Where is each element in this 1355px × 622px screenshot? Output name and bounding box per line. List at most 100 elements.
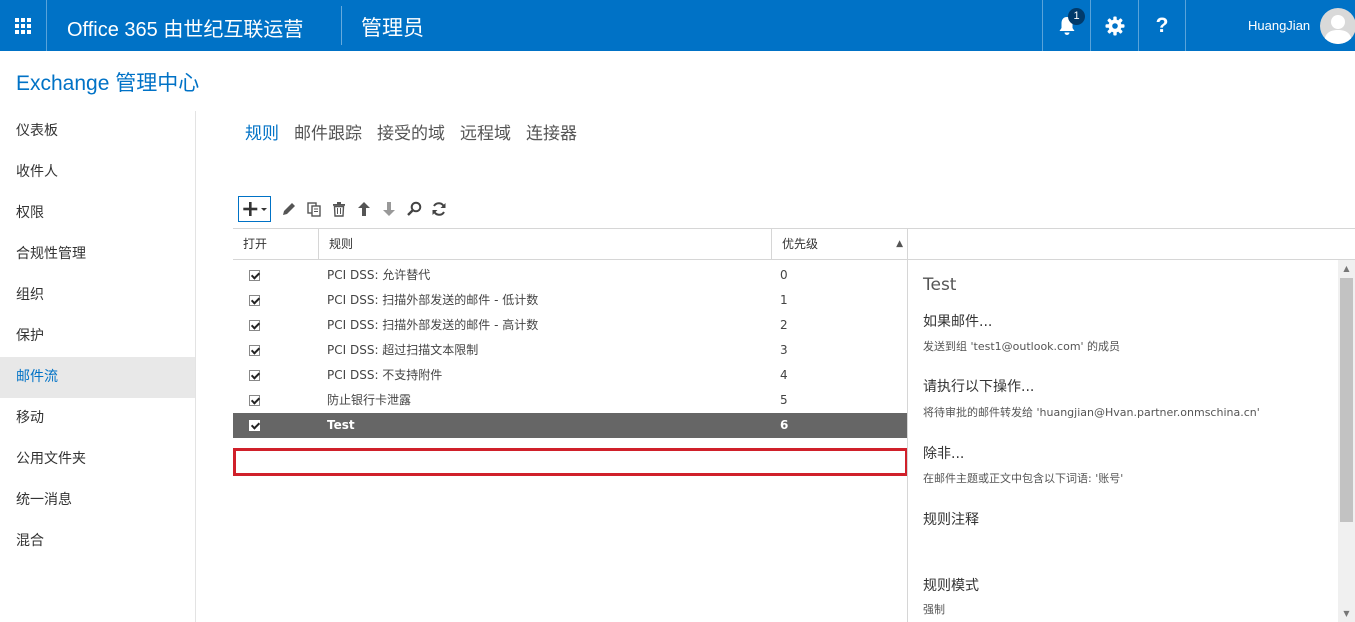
rule-priority: 5 <box>780 393 788 407</box>
left-navigation: 仪表板 收件人 权限 合规性管理 组织 保护 邮件流 移动 公用文件夹 统一消息… <box>0 111 196 622</box>
rule-name: Test <box>327 418 355 432</box>
tab-rules[interactable]: 规则 <box>245 119 279 144</box>
scroll-down-icon[interactable]: ▼ <box>1338 607 1355 621</box>
nav-item-public-folders[interactable]: 公用文件夹 <box>0 439 195 480</box>
details-title: Test <box>923 275 957 295</box>
plus-icon <box>242 202 267 216</box>
rule-details-pane: Test 如果邮件... 发送到组 'test1@outlook.com' 的成… <box>907 260 1355 622</box>
rule-name: PCI DSS: 超过扫描文本限制 <box>327 343 479 357</box>
condition-heading: 如果邮件... <box>923 314 993 330</box>
rules-toolbar <box>238 196 452 222</box>
notifications-button[interactable]: 1 <box>1042 0 1090 51</box>
settings-button[interactable] <box>1090 0 1138 51</box>
rule-name: PCI DSS: 扫描外部发送的邮件 - 高计数 <box>327 318 539 332</box>
rule-name: PCI DSS: 扫描外部发送的邮件 - 低计数 <box>327 293 539 307</box>
scrollbar-thumb[interactable] <box>1340 278 1353 522</box>
action-text: 将待审批的邮件转发给 'huangjian@Hvan.partner.onmsc… <box>923 406 1260 419</box>
move-up-button[interactable] <box>352 197 376 221</box>
table-row[interactable]: PCI DSS: 不支持附件 4 <box>233 363 908 388</box>
app-launcher-button[interactable] <box>0 0 47 51</box>
table-row[interactable]: PCI DSS: 允许替代 0 <box>233 263 908 288</box>
enabled-checkbox[interactable] <box>249 270 260 281</box>
rule-priority: 1 <box>780 293 788 307</box>
enabled-checkbox[interactable] <box>249 345 260 356</box>
exception-text: 在邮件主题或正文中包含以下词语: '账号' <box>923 472 1124 485</box>
sort-ascending-icon: ▲ <box>896 239 903 249</box>
edit-button[interactable] <box>277 197 301 221</box>
action-heading: 请执行以下操作... <box>923 379 1035 395</box>
mode-heading: 规则模式 <box>923 578 979 594</box>
tab-message-trace[interactable]: 邮件跟踪 <box>294 119 362 144</box>
priority-header-label: 优先级 <box>782 237 819 251</box>
nav-item-dashboard[interactable]: 仪表板 <box>0 111 195 152</box>
rule-name: PCI DSS: 不支持附件 <box>327 368 443 382</box>
table-row[interactable]: 防止银行卡泄露 5 <box>233 388 908 413</box>
nav-item-permissions[interactable]: 权限 <box>0 193 195 234</box>
nav-item-compliance[interactable]: 合规性管理 <box>0 234 195 275</box>
nav-item-recipients[interactable]: 收件人 <box>0 152 195 193</box>
condition-text: 发送到组 'test1@outlook.com' 的成员 <box>923 340 1121 353</box>
page-title: Exchange 管理中心 <box>16 72 200 95</box>
rules-list: PCI DSS: 允许替代 0 PCI DSS: 扫描外部发送的邮件 - 低计数… <box>233 263 908 476</box>
table-row[interactable]: PCI DSS: 扫描外部发送的邮件 - 低计数 1 <box>233 288 908 313</box>
tab-remote-domains[interactable]: 远程域 <box>460 119 511 144</box>
pencil-icon <box>283 203 295 215</box>
brand-title[interactable]: Office 365 由世纪互联运营 <box>67 13 303 42</box>
copy-icon <box>307 202 321 217</box>
selection-highlight <box>233 448 908 476</box>
section-title[interactable]: 管理员 <box>361 12 424 42</box>
column-header-open[interactable]: 打开 <box>233 229 319 260</box>
username[interactable]: HuangJian <box>1248 18 1310 33</box>
rule-priority: 2 <box>780 318 788 332</box>
avatar[interactable] <box>1320 8 1355 44</box>
move-down-button[interactable] <box>377 197 401 221</box>
refresh-icon <box>432 202 446 216</box>
table-header: 打开 规则 优先级 ▲ <box>233 228 1355 260</box>
table-row[interactable]: PCI DSS: 扫描外部发送的邮件 - 高计数 2 <box>233 313 908 338</box>
top-bar: Office 365 由世纪互联运营 管理员 1 ? HuangJian <box>0 0 1355 51</box>
search-button[interactable] <box>402 197 426 221</box>
enabled-checkbox[interactable] <box>249 395 260 406</box>
tab-accepted-domains[interactable]: 接受的域 <box>377 119 445 144</box>
brand-divider <box>341 6 342 45</box>
column-header-rule[interactable]: 规则 <box>319 229 772 260</box>
waffle-icon <box>15 17 31 34</box>
enabled-checkbox[interactable] <box>249 420 260 431</box>
rule-name: 防止银行卡泄露 <box>327 393 412 407</box>
user-icon <box>1324 15 1352 44</box>
nav-item-protection[interactable]: 保护 <box>0 316 195 357</box>
refresh-button[interactable] <box>427 197 451 221</box>
exception-heading: 除非... <box>923 446 965 462</box>
column-header-priority[interactable]: 优先级 ▲ <box>772 229 908 260</box>
search-icon <box>407 201 422 216</box>
enabled-checkbox[interactable] <box>249 320 260 331</box>
table-row[interactable]: PCI DSS: 超过扫描文本限制 3 <box>233 338 908 363</box>
notification-count-badge: 1 <box>1068 8 1085 25</box>
nav-item-mobile[interactable]: 移动 <box>0 398 195 439</box>
rule-priority: 4 <box>780 368 788 382</box>
selected-table-row[interactable]: Test 6 <box>233 413 908 438</box>
comments-heading: 规则注释 <box>923 512 979 528</box>
enabled-checkbox[interactable] <box>249 295 260 306</box>
tab-connectors[interactable]: 连接器 <box>526 119 577 144</box>
enabled-checkbox[interactable] <box>249 370 260 381</box>
gear-icon <box>1105 16 1124 35</box>
add-rule-button[interactable] <box>238 196 271 222</box>
mail-flow-tabs: 规则 邮件跟踪 接受的域 远程域 连接器 <box>245 119 592 144</box>
delete-button[interactable] <box>327 197 351 221</box>
trash-icon <box>333 202 345 217</box>
nav-item-unified-messaging[interactable]: 统一消息 <box>0 480 195 521</box>
nav-item-mail-flow[interactable]: 邮件流 <box>0 357 195 398</box>
rule-priority: 0 <box>780 268 788 282</box>
arrow-down-icon <box>383 202 395 216</box>
mode-text: 强制 <box>923 603 945 616</box>
rule-name: PCI DSS: 允许替代 <box>327 268 431 282</box>
nav-item-organization[interactable]: 组织 <box>0 275 195 316</box>
scroll-up-icon[interactable]: ▲ <box>1338 262 1355 276</box>
details-scrollbar[interactable]: ▲ ▼ <box>1338 260 1355 622</box>
help-button[interactable]: ? <box>1138 0 1186 51</box>
rule-priority: 3 <box>780 343 788 357</box>
nav-item-hybrid[interactable]: 混合 <box>0 521 195 562</box>
rule-priority: 6 <box>780 418 789 432</box>
copy-button[interactable] <box>302 197 326 221</box>
